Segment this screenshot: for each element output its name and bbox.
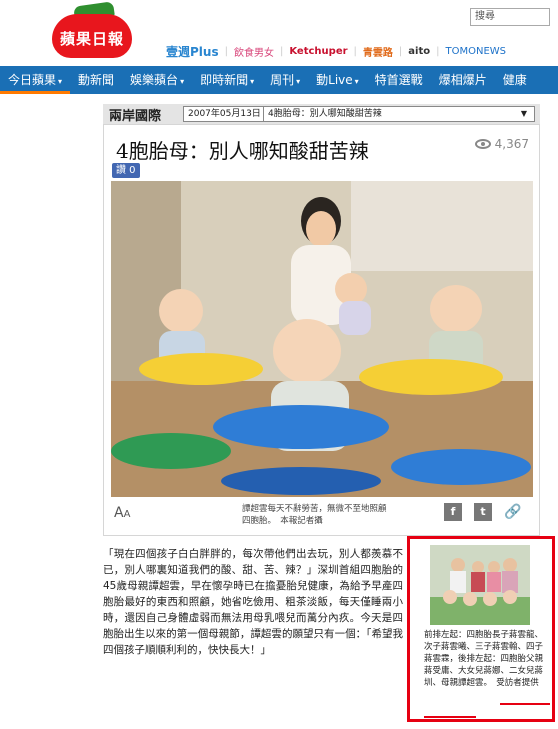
divider: | [436,45,440,57]
divider: | [353,45,357,57]
article-select[interactable]: 2007年05月13日 4胞胎母：別人哪知酸甜苦辣 ▼ [183,106,535,122]
logo-text: 蘋果日報 [59,30,124,48]
chevron-down-icon: ▾ [58,77,63,86]
nav-item-label: 今日蘋果 [8,73,57,87]
side-photo-box: 前排左起：四胞胎長子蔣雲龍、次子蔣雲曦、三子蔣雲翰、四子蔣雲霖，後排左起：四胞胎… [407,536,555,722]
chevron-down-icon: ▼ [520,109,528,118]
nav-item-entertainment[interactable]: 娛樂蘋台 ▾ [122,66,192,94]
section-bar: 兩岸國際 2007年05月13日 4胞胎母：別人哪知酸甜苦辣 ▼ [103,104,540,124]
divider: | [398,45,403,57]
nav-item-label: 周刊 [270,73,295,87]
section-title[interactable]: 兩岸國際 [103,105,167,124]
link-icon[interactable]: 🔗 [504,503,522,521]
underline-mark [500,703,550,705]
partner-link[interactable]: 飲食男女 [234,44,274,59]
article-photo [111,181,533,497]
partner-link[interactable]: 青雲路 [363,44,393,59]
nav-item-photos[interactable]: 爆相爆片 [431,66,495,94]
nav-item-label: 特首選戰 [374,73,423,87]
nav-item-label: 即時新聞 [200,73,249,87]
article-headline: 4胞胎母：別人哪知酸甜苦辣 [116,139,369,163]
main-nav: 今日蘋果 ▾ 動新聞 娛樂蘋台 ▾ 即時新聞 ▾ 周刊 ▾ 動Live ▾ 特首選戰 爆相… [0,66,558,94]
side-family-photo [430,545,530,625]
nav-item-label: 動新聞 [78,73,115,87]
nav-item-label: 爆相爆片 [438,73,487,87]
site-header: 蘋果日報 搜尋 壹週Plus | 飲食男女 | Ketchuper | 青雲路 … [0,0,558,66]
partner-link[interactable]: 壹週Plus [166,43,219,60]
family-photo-illustration [111,181,533,497]
side-photo-caption: 前排左起：四胞胎長子蔣雲龍、次子蔣雲曦、三子蔣雲翰、四子蔣雲霖，後排左起：四胞胎… [424,630,544,688]
share-buttons: f t 🔗 [444,503,522,521]
view-count-value: 4,367 [494,137,529,151]
chevron-down-icon: ▾ [180,77,185,86]
nav-item-label: 健康 [502,73,527,87]
article-body: 「現在四個孩子白白胖胖的，每次帶他們出去玩，別人都羨慕不已，別人哪裏知道我們的酸… [103,546,403,658]
side-photo [430,545,530,625]
nav-item-label: 動Live [316,73,353,87]
divider: | [279,45,284,57]
nav-item-weekly[interactable]: 周刊 ▾ [262,66,308,94]
font-size-label-large: A [123,509,131,520]
chevron-down-icon: ▾ [354,77,359,86]
partner-link[interactable]: Ketchuper [289,46,347,57]
nav-item-election[interactable]: 特首選戰 [367,66,431,94]
article-date: 2007年05月13日 [188,107,264,121]
like-button[interactable]: 讚 0 [112,163,140,178]
search-input[interactable]: 搜尋 [470,8,550,26]
underline-mark [424,716,476,718]
article-card: 4胞胎母：別人哪知酸甜苦辣 4,367 讚 0 AA 譚超雲每天不辭勞苦，無微不… [103,124,540,536]
font-size-toggle[interactable]: AA [114,505,130,521]
twitter-icon[interactable]: t [474,503,492,521]
chevron-down-icon: ▾ [296,77,301,86]
nav-item-live[interactable]: 動Live ▾ [308,66,367,94]
nav-item-health[interactable]: 健康 [495,66,535,94]
nav-item-video[interactable]: 動新聞 [70,66,122,94]
partner-link[interactable]: TOMONEWS [446,46,507,57]
photo-caption: 譚超雲每天不辭勞苦，無微不至地照顧四胞胎。 本報記者攝 [242,504,387,526]
font-size-label: A [114,505,124,521]
eye-icon [474,139,491,149]
partner-link[interactable]: aito [408,46,430,57]
facebook-icon[interactable]: f [444,503,462,521]
nav-item-label: 娛樂蘋台 [130,73,179,87]
site-logo[interactable]: 蘋果日報 [44,1,140,62]
view-count: 4,367 [474,137,529,151]
article-select-value: 4胞胎母：別人哪知酸甜苦辣 [268,109,382,119]
nav-item-breaking[interactable]: 即時新聞 ▾ [192,66,262,94]
article-paragraph: 「現在四個孩子白白胖胖的，每次帶他們出去玩，別人都羨慕不已，別人哪裏知道我們的酸… [103,548,403,656]
divider: | [224,45,228,57]
nav-item-today[interactable]: 今日蘋果 ▾ [0,66,71,94]
chevron-down-icon: ▾ [250,77,255,86]
partner-links: 壹週Plus | 飲食男女 | Ketchuper | 青雲路 | aito |… [166,40,558,62]
